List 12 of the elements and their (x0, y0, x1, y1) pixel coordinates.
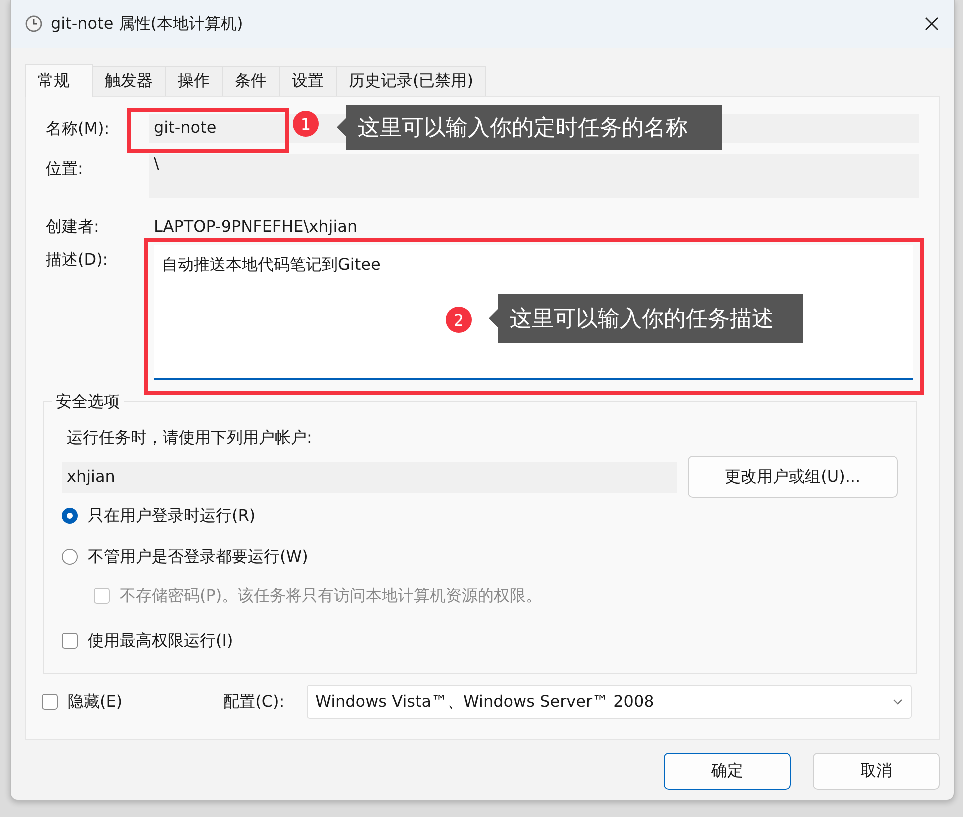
account-field: xhjian (62, 462, 677, 492)
field-label: 创建者: (46, 216, 100, 238)
annotation-tooltip: 这里可以输入你的任务描述 (489, 294, 803, 343)
window-title: git-note 属性(本地计算机) (51, 14, 244, 34)
field-label: 配置(C): (224, 692, 286, 712)
field-label: 位置: (46, 158, 84, 180)
field-label: 描述(D): (46, 249, 110, 271)
account-prompt: 运行任务时，请使用下列用户帐户: (67, 428, 312, 449)
author-value: LAPTOP-9PNFEFHE\xhjian (153, 216, 359, 236)
location-field: \ (149, 154, 919, 198)
annotation-tooltip: 这里可以输入你的定时任务的名称 (337, 105, 722, 150)
field-label: 名称(M): (46, 118, 111, 140)
